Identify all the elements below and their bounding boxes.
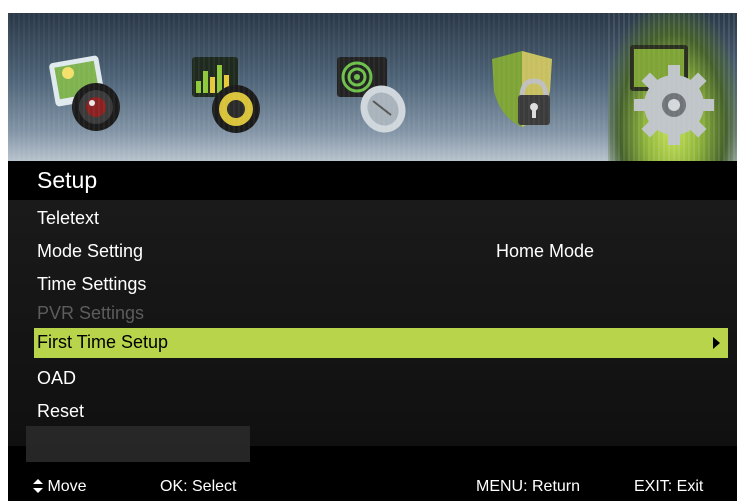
menu-item-label: Teletext — [37, 208, 100, 228]
category-icon-bar — [8, 13, 737, 161]
menu-item-mode-setting[interactable]: Mode Setting Home Mode — [8, 237, 737, 267]
menu-list: Teletext Mode Setting Home Mode Time Set… — [8, 200, 737, 446]
menu-item-time-settings[interactable]: Time Settings — [8, 270, 737, 300]
picture-camera-icon — [49, 55, 120, 131]
menu-item-pvr-settings: PVR Settings — [8, 299, 737, 329]
ghost-image-artifact — [26, 426, 250, 462]
category-sound[interactable] — [178, 35, 278, 145]
menu-item-first-time-setup[interactable]: First Time Setup — [34, 328, 728, 358]
menu-item-label: First Time Setup — [37, 332, 169, 352]
menu-title: Setup — [37, 167, 98, 193]
exit-hint: EXIT: Exit — [634, 478, 704, 495]
menu-item-label: Mode Setting — [37, 241, 144, 261]
return-hint: MENU: Return — [476, 478, 581, 495]
category-picture[interactable] — [38, 35, 138, 145]
move-hint: Move — [33, 478, 87, 496]
up-down-arrow-icon — [33, 479, 43, 493]
gear-monitor-icon — [630, 45, 714, 145]
menu-header: Setup — [8, 162, 737, 198]
move-hint-label: Move — [47, 478, 87, 495]
menu-item-label: OAD — [37, 368, 77, 388]
category-setup[interactable] — [608, 13, 737, 161]
speaker-equalizer-icon — [192, 57, 260, 133]
menu-item-oad[interactable]: OAD — [8, 364, 737, 394]
menu-item-label: PVR Settings — [37, 303, 145, 323]
footer-hints: Move OK: Select MENU: Return EXIT: Exit — [8, 469, 737, 501]
shield-padlock-icon — [492, 51, 552, 127]
menu-item-label: Reset — [37, 401, 85, 421]
satellite-dish-icon — [337, 57, 406, 133]
tv-osd-menu: Setup Teletext Mode Setting Home Mode Ti… — [8, 13, 737, 501]
mode-setting-value: Home Mode — [496, 241, 595, 261]
menu-item-teletext[interactable]: Teletext — [8, 204, 737, 234]
category-channel[interactable] — [323, 35, 423, 145]
select-hint: OK: Select — [160, 478, 237, 495]
menu-item-label: Time Settings — [37, 274, 147, 294]
submenu-arrow-icon — [713, 337, 720, 349]
category-lock[interactable] — [478, 35, 578, 145]
menu-item-reset[interactable]: Reset — [8, 397, 737, 427]
